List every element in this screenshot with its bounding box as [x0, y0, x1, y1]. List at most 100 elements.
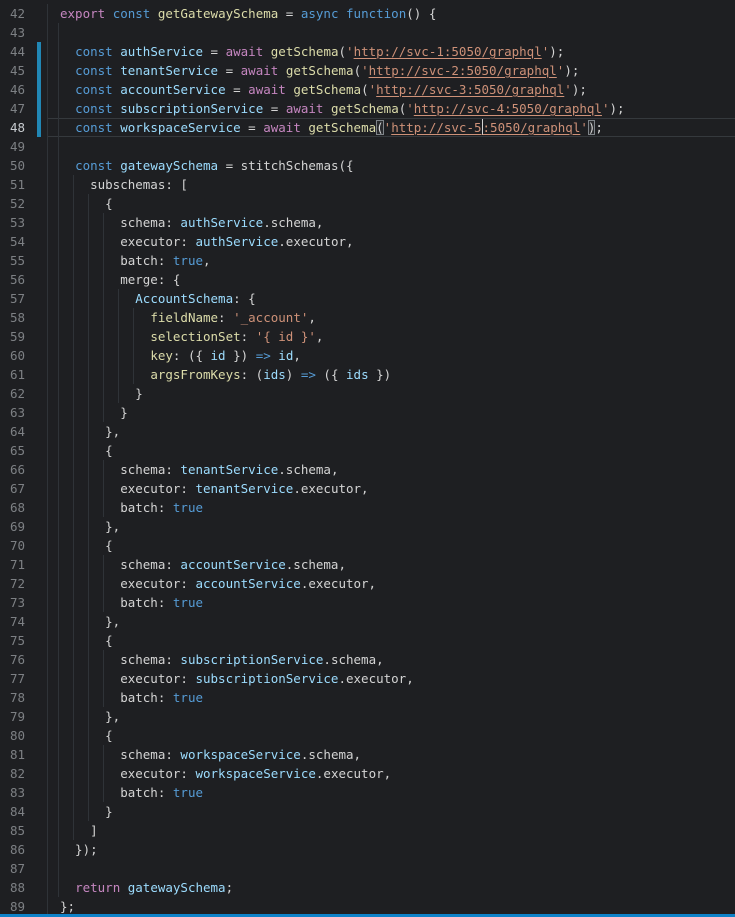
code-text[interactable]: ]: [48, 821, 735, 840]
gutter-cell[interactable]: 44: [0, 42, 48, 61]
code-line[interactable]: 65 {: [0, 441, 735, 460]
code-line[interactable]: 83 batch: true: [0, 783, 735, 802]
gutter-cell[interactable]: 77: [0, 669, 48, 688]
gutter-cell[interactable]: 71: [0, 555, 48, 574]
gutter-cell[interactable]: 74: [0, 612, 48, 631]
code-line[interactable]: 56 merge: {: [0, 270, 735, 289]
line-number[interactable]: 56: [10, 270, 25, 289]
code-line[interactable]: 79 },: [0, 707, 735, 726]
gutter-cell[interactable]: 55: [0, 251, 48, 270]
code-line[interactable]: 59 selectionSet: '{ id }',: [0, 327, 735, 346]
line-number[interactable]: 55: [10, 251, 25, 270]
code-text[interactable]: return gatewaySchema;: [48, 878, 735, 897]
gutter-cell[interactable]: 45: [0, 61, 48, 80]
gutter-cell[interactable]: 75: [0, 631, 48, 650]
gutter-cell[interactable]: 73: [0, 593, 48, 612]
code-text[interactable]: batch: true,: [48, 251, 735, 270]
line-number[interactable]: 70: [10, 536, 25, 555]
line-number[interactable]: 47: [10, 99, 25, 118]
code-editor[interactable]: 42export const getGatewaySchema = async …: [0, 0, 735, 917]
code-text[interactable]: {: [48, 194, 735, 213]
gutter-cell[interactable]: 70: [0, 536, 48, 555]
gutter-cell[interactable]: 43: [0, 23, 48, 42]
code-line[interactable]: 44 const authService = await getSchema('…: [0, 42, 735, 61]
code-line[interactable]: 69 },: [0, 517, 735, 536]
gutter-cell[interactable]: 76: [0, 650, 48, 669]
code-text[interactable]: schema: authService.schema,: [48, 213, 735, 232]
code-line[interactable]: 48 const workspaceService = await getSch…: [0, 118, 735, 137]
code-line[interactable]: 54 executor: authService.executor,: [0, 232, 735, 251]
line-number[interactable]: 58: [10, 308, 25, 327]
code-text[interactable]: batch: true: [48, 783, 735, 802]
line-number[interactable]: 72: [10, 574, 25, 593]
code-text[interactable]: {: [48, 441, 735, 460]
code-text[interactable]: schema: tenantService.schema,: [48, 460, 735, 479]
line-number[interactable]: 54: [10, 232, 25, 251]
code-line[interactable]: 70 {: [0, 536, 735, 555]
line-number[interactable]: 49: [10, 137, 25, 156]
gutter-cell[interactable]: 79: [0, 707, 48, 726]
code-text[interactable]: const workspaceService = await getSchema…: [48, 118, 735, 137]
gutter-cell[interactable]: 83: [0, 783, 48, 802]
line-number[interactable]: 66: [10, 460, 25, 479]
code-line[interactable]: 78 batch: true: [0, 688, 735, 707]
code-line[interactable]: 55 batch: true,: [0, 251, 735, 270]
code-line[interactable]: 61 argsFromKeys: (ids) => ({ ids }): [0, 365, 735, 384]
line-number[interactable]: 71: [10, 555, 25, 574]
code-text[interactable]: executor: tenantService.executor,: [48, 479, 735, 498]
line-number[interactable]: 50: [10, 156, 25, 175]
code-line[interactable]: 50 const gatewaySchema = stitchSchemas({: [0, 156, 735, 175]
line-number[interactable]: 84: [10, 802, 25, 821]
code-line[interactable]: 49: [0, 137, 735, 156]
code-text[interactable]: const accountService = await getSchema('…: [48, 80, 735, 99]
code-line[interactable]: 46 const accountService = await getSchem…: [0, 80, 735, 99]
code-line[interactable]: 73 batch: true: [0, 593, 735, 612]
code-text[interactable]: batch: true: [48, 593, 735, 612]
line-number[interactable]: 69: [10, 517, 25, 536]
gutter-cell[interactable]: 56: [0, 270, 48, 289]
gutter-cell[interactable]: 49: [0, 137, 48, 156]
code-text[interactable]: executor: subscriptionService.executor,: [48, 669, 735, 688]
gutter-cell[interactable]: 80: [0, 726, 48, 745]
code-line[interactable]: 76 schema: subscriptionService.schema,: [0, 650, 735, 669]
gutter-cell[interactable]: 61: [0, 365, 48, 384]
code-text[interactable]: },: [48, 517, 735, 536]
code-line[interactable]: 72 executor: accountService.executor,: [0, 574, 735, 593]
gutter-cell[interactable]: 54: [0, 232, 48, 251]
gutter-cell[interactable]: 84: [0, 802, 48, 821]
code-line[interactable]: 71 schema: accountService.schema,: [0, 555, 735, 574]
gutter-cell[interactable]: 51: [0, 175, 48, 194]
code-text[interactable]: }: [48, 403, 735, 422]
line-number[interactable]: 87: [10, 859, 25, 878]
line-number[interactable]: 45: [10, 61, 25, 80]
code-line[interactable]: 85 ]: [0, 821, 735, 840]
gutter-cell[interactable]: 63: [0, 403, 48, 422]
code-line[interactable]: 57 AccountSchema: {: [0, 289, 735, 308]
gutter-cell[interactable]: 57: [0, 289, 48, 308]
gutter-cell[interactable]: 85: [0, 821, 48, 840]
line-number[interactable]: 63: [10, 403, 25, 422]
line-number[interactable]: 83: [10, 783, 25, 802]
code-text[interactable]: {: [48, 536, 735, 555]
line-number[interactable]: 57: [10, 289, 25, 308]
line-number[interactable]: 59: [10, 327, 25, 346]
code-text[interactable]: const tenantService = await getSchema('h…: [48, 61, 735, 80]
line-number[interactable]: 43: [10, 23, 25, 42]
gutter-cell[interactable]: 78: [0, 688, 48, 707]
line-number[interactable]: 42: [10, 4, 25, 23]
code-line[interactable]: 62 }: [0, 384, 735, 403]
gutter-cell[interactable]: 48: [0, 118, 48, 137]
code-text[interactable]: schema: workspaceService.schema,: [48, 745, 735, 764]
code-line[interactable]: 52 {: [0, 194, 735, 213]
code-line[interactable]: 60 key: ({ id }) => id,: [0, 346, 735, 365]
line-number[interactable]: 44: [10, 42, 25, 61]
code-line[interactable]: 63 }: [0, 403, 735, 422]
gutter-cell[interactable]: 60: [0, 346, 48, 365]
code-line[interactable]: 81 schema: workspaceService.schema,: [0, 745, 735, 764]
line-number[interactable]: 86: [10, 840, 25, 859]
code-text[interactable]: batch: true: [48, 688, 735, 707]
gutter-cell[interactable]: 66: [0, 460, 48, 479]
code-line[interactable]: 68 batch: true: [0, 498, 735, 517]
code-text[interactable]: {: [48, 631, 735, 650]
code-text[interactable]: schema: accountService.schema,: [48, 555, 735, 574]
